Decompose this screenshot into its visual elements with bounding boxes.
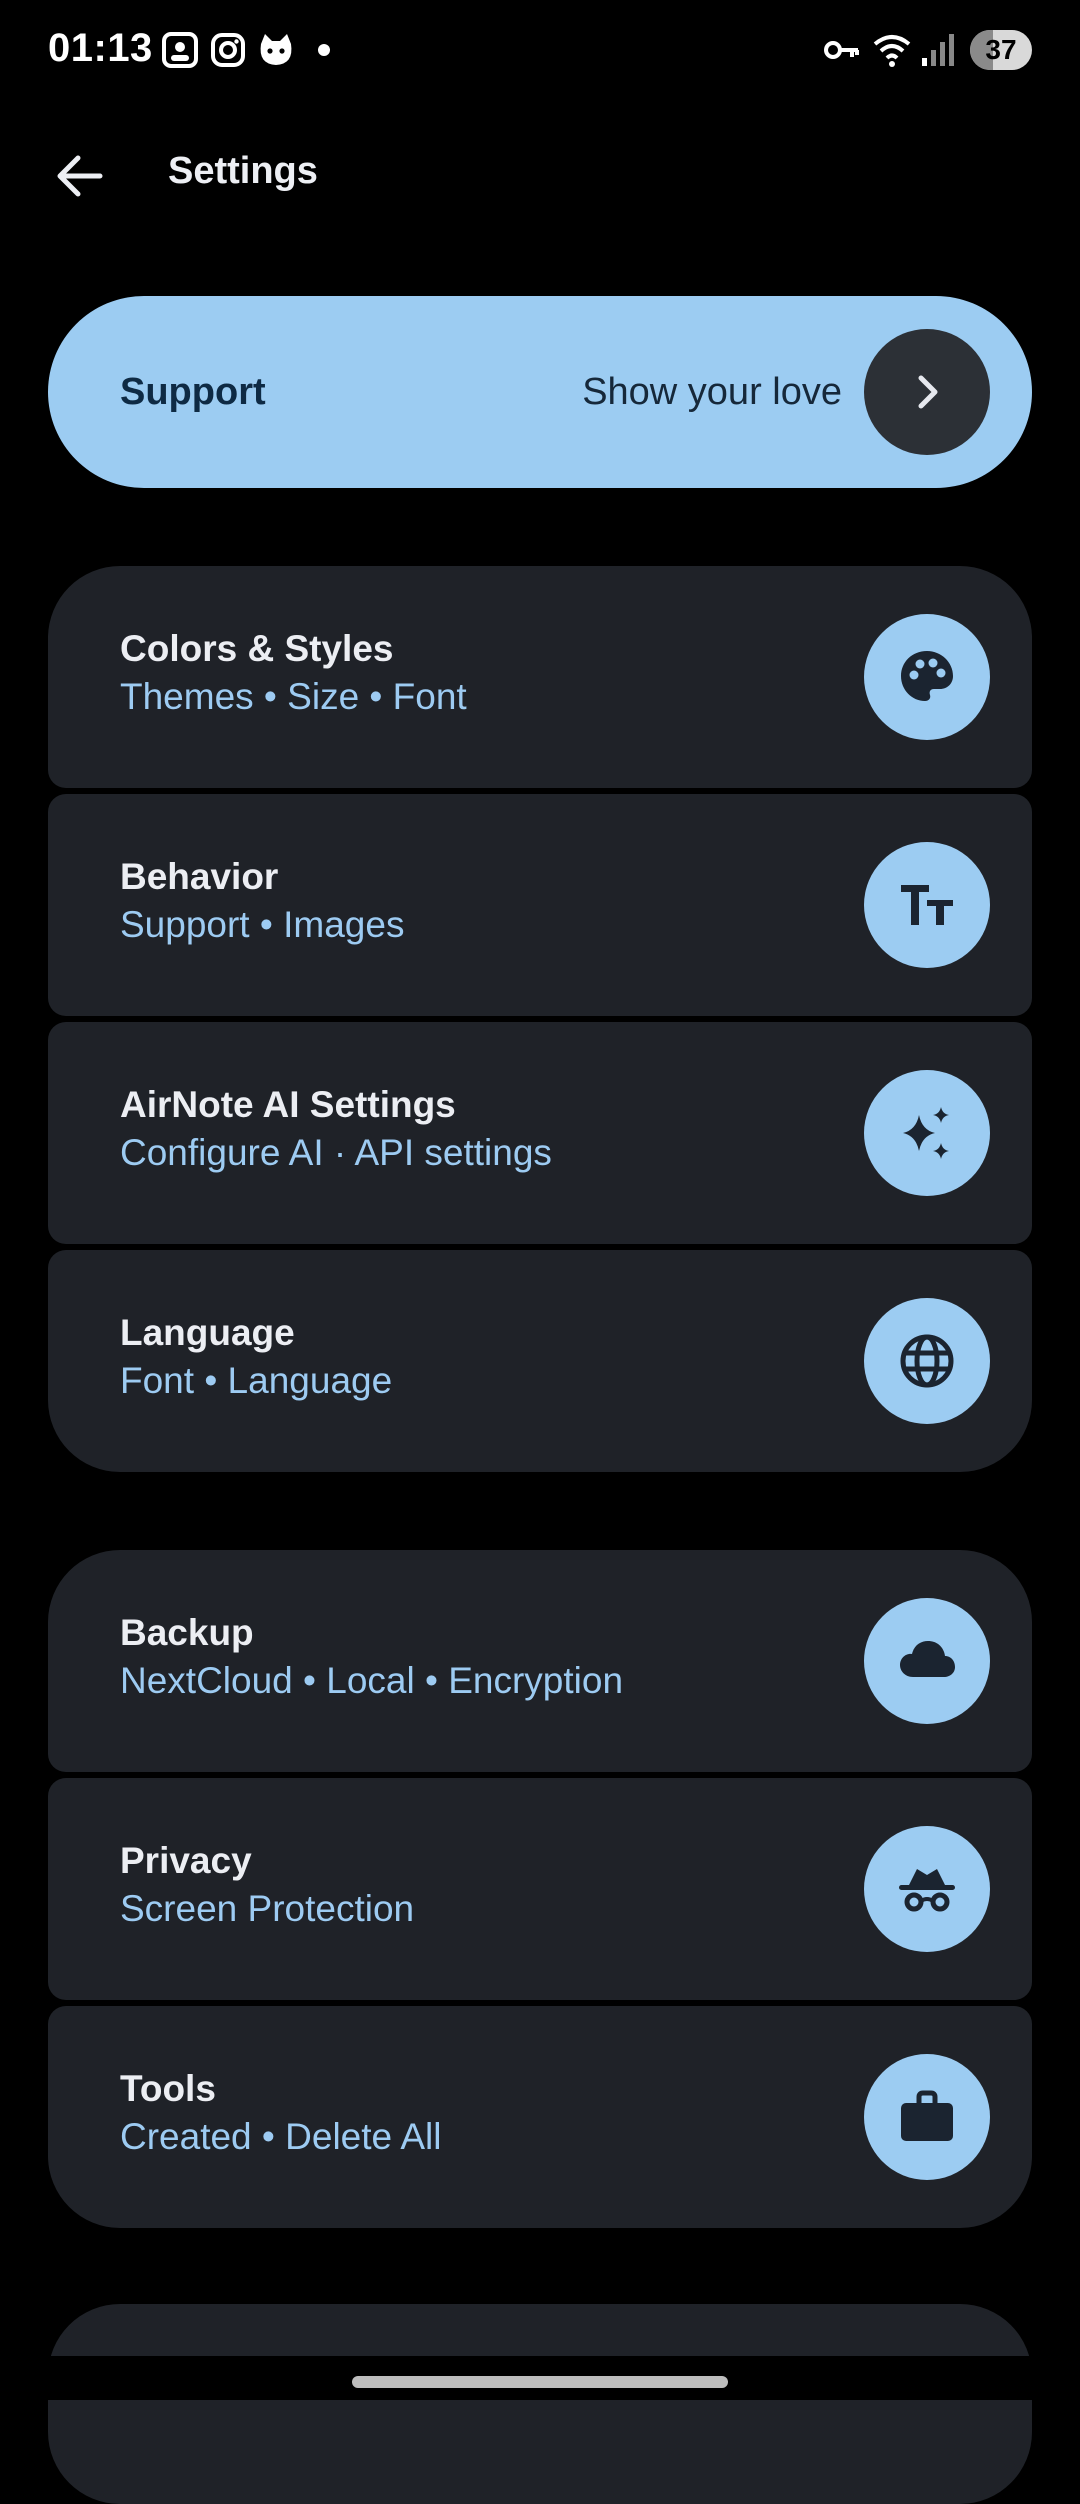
settings-item-title: AirNote AI Settings (120, 1084, 456, 1125)
settings-item-subtitle: Font • Language (120, 1360, 393, 1401)
status-bar: 01:13 37 (0, 0, 1080, 100)
settings-item-behavior[interactable]: Behavior Support • Images (48, 794, 1032, 1016)
instagram-icon (211, 33, 245, 67)
settings-item-subtitle: Created • Delete All (120, 2116, 442, 2157)
text-size-icon (864, 842, 990, 968)
palette-icon (864, 614, 990, 740)
cloud-icon (864, 1598, 990, 1724)
settings-item-title: Behavior (120, 856, 279, 897)
settings-item-colors-styles[interactable]: Colors & Styles Themes • Size • Font (48, 566, 1032, 788)
cat-app-icon (260, 34, 292, 65)
settings-item-title: Tools (120, 2068, 216, 2109)
settings-item-ai-settings[interactable]: AirNote AI Settings Configure AI · API s… (48, 1022, 1032, 1244)
vpn-key-icon (824, 41, 859, 59)
settings-item-subtitle: Screen Protection (120, 1888, 415, 1929)
face-scan-icon (162, 32, 198, 68)
incognito-icon (864, 1826, 990, 1952)
settings-item-subtitle: Configure AI · API settings (120, 1132, 552, 1173)
settings-item-title: Privacy (120, 1840, 252, 1881)
cell-signal-icon (922, 34, 954, 66)
support-card[interactable]: Support Show your love (48, 296, 1032, 488)
page-title: Settings (168, 150, 318, 192)
sparkle-icon (864, 1070, 990, 1196)
globe-icon (864, 1298, 990, 1424)
status-time: 01:13 (48, 26, 153, 70)
support-arrow-button[interactable] (864, 329, 990, 455)
support-title: Support (120, 370, 266, 413)
settings-item-subtitle: NextCloud • Local • Encryption (120, 1660, 624, 1701)
briefcase-icon (864, 2054, 990, 2180)
back-button[interactable] (44, 140, 116, 212)
settings-group-partial (48, 2304, 1032, 2504)
settings-item-subtitle: Support • Images (120, 904, 405, 945)
settings-item-title: Colors & Styles (120, 628, 394, 669)
settings-item-tools[interactable]: Tools Created • Delete All (48, 2006, 1032, 2228)
settings-item-privacy[interactable]: Privacy Screen Protection (48, 1778, 1032, 2000)
settings-item-title: Language (120, 1312, 295, 1353)
settings-item-language[interactable]: Language Font • Language (48, 1250, 1032, 1472)
chevron-right-icon (918, 375, 938, 409)
arrow-left-icon (57, 155, 103, 197)
notification-dot (318, 44, 330, 56)
settings-item-backup[interactable]: Backup NextCloud • Local • Encryption (48, 1550, 1032, 1772)
settings-item-title: Backup (120, 1612, 254, 1653)
battery-label: 37 (985, 34, 1017, 65)
settings-item-subtitle: Themes • Size • Font (120, 676, 467, 717)
top-app-bar: Settings (0, 120, 1080, 232)
battery-icon: 37 (970, 30, 1032, 70)
wifi-icon (873, 35, 911, 67)
support-subtitle: Show your love (582, 370, 842, 413)
gesture-navigation-bar[interactable] (352, 2376, 728, 2388)
